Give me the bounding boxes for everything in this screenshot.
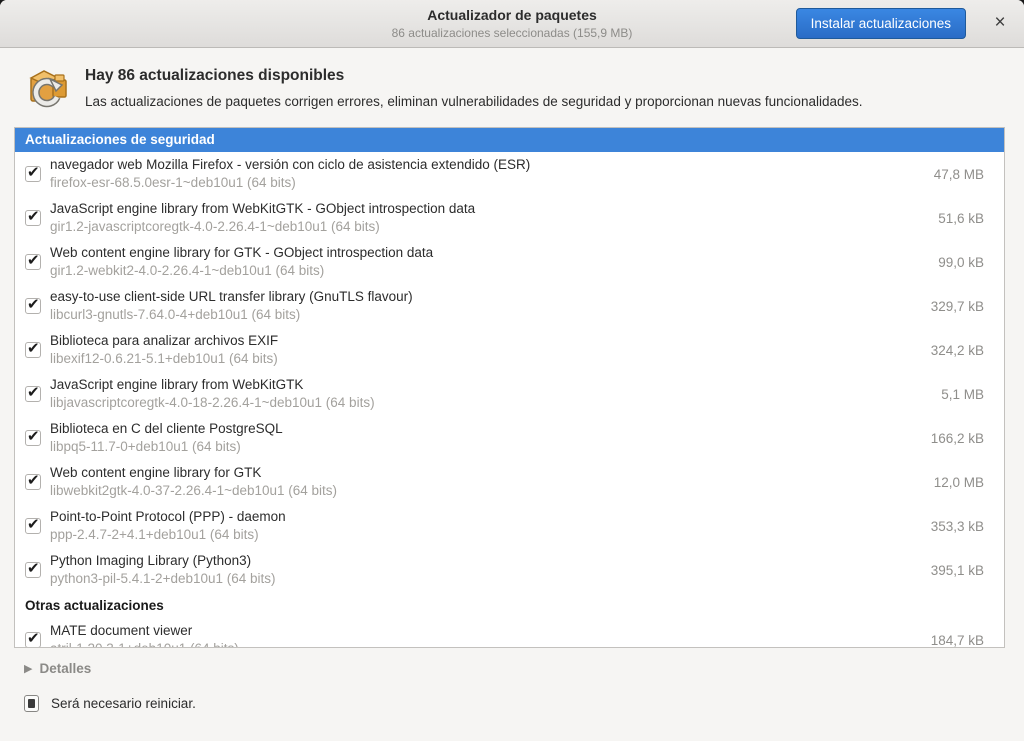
update-checkbox[interactable] [25, 210, 41, 226]
details-label: Detalles [39, 661, 91, 676]
package-title: JavaScript engine library from WebKitGTK [50, 376, 931, 394]
package-title: easy-to-use client-side URL transfer lib… [50, 288, 921, 306]
package-version: libexif12-0.6.21-5.1+deb10u1 (64 bits) [50, 350, 921, 368]
package-title: MATE document viewer [50, 622, 921, 640]
update-row[interactable]: navegador web Mozilla Firefox - versión … [15, 152, 1004, 196]
package-size: 166,2 kB [921, 431, 1004, 446]
package-updater-window: Actualizador de paquetes 86 actualizacio… [0, 0, 1024, 741]
package-version: gir1.2-javascriptcoregtk-4.0-2.26.4-1~de… [50, 218, 928, 236]
details-expander[interactable]: ▶ Detalles [24, 661, 91, 676]
package-size: 324,2 kB [921, 343, 1004, 358]
package-version: libpq5-11.7-0+deb10u1 (64 bits) [50, 438, 921, 456]
updates-list[interactable]: Actualizaciones de seguridad navegador w… [14, 127, 1005, 648]
update-checkbox[interactable] [25, 518, 41, 534]
other-updates-section-header: Otras actualizaciones [15, 592, 1004, 618]
update-checkbox[interactable] [25, 562, 41, 578]
update-checkbox[interactable] [25, 254, 41, 270]
package-title: Web content engine library for GTK [50, 464, 924, 482]
updates-available-heading: Hay 86 actualizaciones disponibles [85, 67, 863, 85]
package-size: 5,1 MB [931, 387, 1004, 402]
package-size: 51,6 kB [928, 211, 1004, 226]
update-checkbox[interactable] [25, 386, 41, 402]
package-size: 47,8 MB [924, 167, 1004, 182]
install-updates-button[interactable]: Instalar actualizaciones [796, 8, 966, 39]
update-row[interactable]: MATE document viewer atril-1.20.3-1+deb1… [15, 618, 1004, 648]
package-version: ppp-2.4.7-2+4.1+deb10u1 (64 bits) [50, 526, 921, 544]
package-title: Python Imaging Library (Python3) [50, 552, 921, 570]
package-version: libcurl3-gnutls-7.64.0-4+deb10u1 (64 bit… [50, 306, 921, 324]
package-version: atril-1.20.3-1+deb10u1 (64 bits) [50, 640, 921, 648]
package-size: 184,7 kB [921, 633, 1004, 648]
package-size: 12,0 MB [924, 475, 1004, 490]
package-size: 395,1 kB [921, 563, 1004, 578]
package-version: gir1.2-webkit2-4.0-2.26.4-1~deb10u1 (64 … [50, 262, 928, 280]
update-checkbox[interactable] [25, 342, 41, 358]
restart-notice-row: Será necesario reiniciar. [24, 695, 1024, 712]
summary-text: Hay 86 actualizaciones disponibles Las a… [85, 61, 863, 109]
restart-notice-text: Será necesario reiniciar. [51, 696, 196, 711]
close-icon[interactable]: × [988, 12, 1012, 36]
update-checkbox[interactable] [25, 474, 41, 490]
package-version: libwebkit2gtk-4.0-37-2.26.4-1~deb10u1 (6… [50, 482, 924, 500]
package-version: python3-pil-5.4.1-2+deb10u1 (64 bits) [50, 570, 921, 588]
update-row[interactable]: JavaScript engine library from WebKitGTK… [15, 372, 1004, 416]
package-version: libjavascriptcoregtk-4.0-18-2.26.4-1~deb… [50, 394, 931, 412]
update-row[interactable]: Biblioteca para analizar archivos EXIF l… [15, 328, 1004, 372]
update-checkbox[interactable] [25, 166, 41, 182]
update-row[interactable]: Web content engine library for GTK libwe… [15, 460, 1004, 504]
package-size: 353,3 kB [921, 519, 1004, 534]
restart-required-icon [24, 695, 39, 712]
update-checkbox[interactable] [25, 298, 41, 314]
package-title: Biblioteca en C del cliente PostgreSQL [50, 420, 921, 438]
package-size: 329,7 kB [921, 299, 1004, 314]
summary-section: Hay 86 actualizaciones disponibles Las a… [0, 48, 1024, 127]
package-title: navegador web Mozilla Firefox - versión … [50, 156, 924, 174]
update-row[interactable]: Point-to-Point Protocol (PPP) - daemon p… [15, 504, 1004, 548]
package-title: Point-to-Point Protocol (PPP) - daemon [50, 508, 921, 526]
package-title: Biblioteca para analizar archivos EXIF [50, 332, 921, 350]
security-updates-section-header: Actualizaciones de seguridad [15, 128, 1004, 152]
software-update-icon [24, 63, 72, 111]
package-version: firefox-esr-68.5.0esr-1~deb10u1 (64 bits… [50, 174, 924, 192]
package-size: 99,0 kB [928, 255, 1004, 270]
update-row[interactable]: Python Imaging Library (Python3) python3… [15, 548, 1004, 592]
package-title: Web content engine library for GTK - GOb… [50, 244, 928, 262]
update-row[interactable]: Web content engine library for GTK - GOb… [15, 240, 1004, 284]
package-title: JavaScript engine library from WebKitGTK… [50, 200, 928, 218]
update-checkbox[interactable] [25, 632, 41, 648]
update-row[interactable]: JavaScript engine library from WebKitGTK… [15, 196, 1004, 240]
update-checkbox[interactable] [25, 430, 41, 446]
headerbar: Actualizador de paquetes 86 actualizacio… [0, 0, 1024, 48]
update-row[interactable]: easy-to-use client-side URL transfer lib… [15, 284, 1004, 328]
update-row[interactable]: Biblioteca en C del cliente PostgreSQL l… [15, 416, 1004, 460]
updates-description: Las actualizaciones de paquetes corrigen… [85, 94, 863, 109]
chevron-right-icon: ▶ [24, 662, 32, 675]
